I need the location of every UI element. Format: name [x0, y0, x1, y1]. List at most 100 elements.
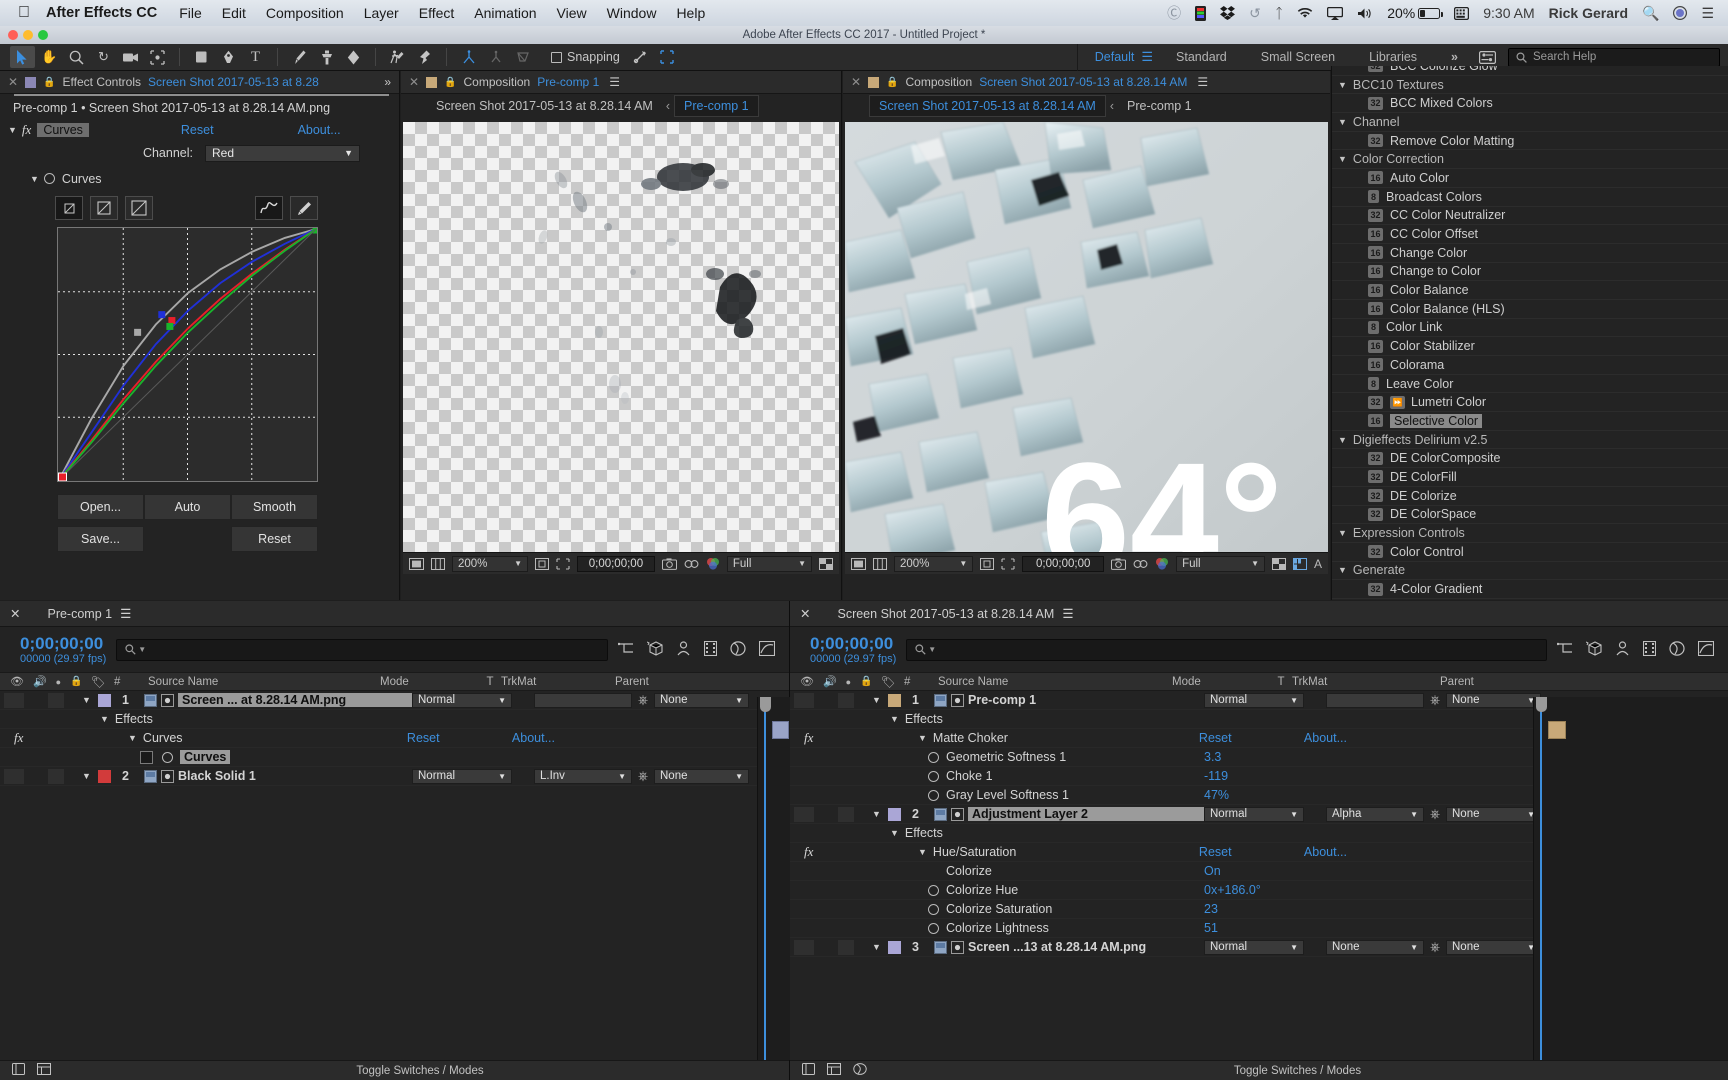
effect-label[interactable]: Hue/Saturation: [933, 845, 1199, 859]
puppet-overlap-tool[interactable]: [483, 46, 508, 68]
effects-and-presets-panel[interactable]: 32 BCC Colorize Glow ▼ BCC10 Textures 32 BCC …: [1331, 66, 1728, 600]
toggle-switches-modes-icon[interactable]: [12, 1063, 25, 1078]
stopwatch-icon[interactable]: [928, 751, 939, 763]
audio-toggle[interactable]: [816, 693, 836, 708]
enable-frame-blending-icon[interactable]: [703, 640, 718, 659]
quality-switch-icon[interactable]: [161, 769, 178, 783]
menu-item-effect[interactable]: Effect: [419, 5, 455, 21]
solo-toggle[interactable]: [837, 806, 854, 822]
timeline-right-tab[interactable]: ✕ Screen Shot 2017-05-13 at 8.28.14 AM ☰: [790, 601, 1728, 627]
layer-trkmat-select[interactable]: None ▼: [1326, 939, 1424, 955]
lock-icon[interactable]: 🔒: [444, 77, 456, 88]
curves-smooth-button[interactable]: Smooth: [231, 494, 318, 520]
parent-pickwhip-icon[interactable]: ⎈: [1424, 807, 1446, 822]
layer-label-swatch[interactable]: [888, 807, 901, 821]
curves-graph[interactable]: [57, 227, 318, 482]
disclosure-triangle-icon[interactable]: ▼: [30, 174, 39, 184]
eraser-tool[interactable]: [341, 46, 366, 68]
effect-name-label[interactable]: Curves: [37, 122, 89, 137]
show-snapshot-icon[interactable]: [684, 558, 699, 570]
enable-frame-blending-icon[interactable]: [1642, 640, 1657, 659]
workspace-default[interactable]: Default: [1078, 44, 1152, 71]
stopwatch-icon[interactable]: [928, 922, 939, 934]
wifi-icon[interactable]: [1297, 7, 1313, 19]
disclosure-triangle-icon[interactable]: ▼: [872, 695, 888, 705]
battery-status[interactable]: 20%: [1387, 5, 1444, 21]
lock-toggle[interactable]: [66, 769, 82, 784]
menu-item-animation[interactable]: Animation: [474, 5, 536, 21]
layer-mode-select[interactable]: Normal ▼: [412, 768, 512, 784]
label-column-icon[interactable]: 🏷: [82, 675, 114, 689]
property-value[interactable]: 47%: [1204, 788, 1229, 802]
effect-reset-button[interactable]: Reset: [181, 123, 214, 137]
effect-label[interactable]: Matte Choker: [933, 731, 1199, 745]
lock-icon[interactable]: 🔒: [43, 77, 55, 88]
property-value[interactable]: 51: [1204, 921, 1218, 935]
effect-reset-button[interactable]: Reset: [1199, 845, 1304, 859]
layer-source-name[interactable]: Adjustment Layer 2: [968, 807, 1204, 821]
lock-toggle[interactable]: [856, 807, 872, 822]
property-value[interactable]: 23: [1204, 902, 1218, 916]
video-toggle[interactable]: [794, 692, 814, 708]
effects-category-row[interactable]: ▼ Channel: [1332, 113, 1728, 132]
menu-item-view[interactable]: View: [557, 5, 587, 21]
parent-pickwhip-icon[interactable]: ⎈: [1424, 940, 1446, 955]
safe-zones-icon[interactable]: [851, 557, 866, 570]
effects-item-row[interactable]: 32 ⏩ Lumetri Color: [1332, 393, 1728, 413]
comparison-view-icon[interactable]: [1292, 557, 1307, 570]
disclosure-triangle-icon[interactable]: ▼: [1338, 117, 1347, 127]
effect-about-button[interactable]: About...: [512, 731, 555, 745]
effect-reset-button[interactable]: Reset: [1199, 731, 1304, 745]
siri-icon[interactable]: [1673, 6, 1688, 20]
layer-trkmat-select[interactable]: [1326, 692, 1424, 708]
effect-reset-button[interactable]: Reset: [407, 731, 512, 745]
video-toggle[interactable]: [794, 806, 814, 822]
video-toggle[interactable]: [4, 692, 24, 708]
pen-tool[interactable]: [216, 46, 241, 68]
effects-item-row[interactable]: 16 Colorama: [1332, 356, 1728, 375]
layer-label-swatch[interactable]: [888, 940, 901, 954]
effect-controls-tab[interactable]: ✕ 🔒 Effect Controls Screen Shot 2017-05-…: [0, 71, 399, 94]
composition-flowchart-icon[interactable]: [827, 1063, 841, 1078]
puppet-pin-tool[interactable]: [412, 46, 437, 68]
timeline-effects-group-row[interactable]: ▼ Effects: [0, 710, 789, 729]
roto-brush-tool[interactable]: [385, 46, 410, 68]
clone-stamp-tool[interactable]: [314, 46, 339, 68]
enable-motion-blur-icon[interactable]: [1669, 640, 1685, 659]
effects-item-row[interactable]: 16 Auto Color: [1332, 169, 1728, 188]
time-machine-icon[interactable]: ↺: [1249, 5, 1261, 22]
camera-tool[interactable]: [118, 46, 143, 68]
workspace-standard[interactable]: Standard: [1159, 44, 1244, 71]
layer-mode-select[interactable]: Normal ▼: [412, 692, 512, 708]
pan-behind-tool[interactable]: [145, 46, 170, 68]
disclosure-triangle-icon[interactable]: ▼: [82, 771, 98, 781]
brush-tool[interactable]: [287, 46, 312, 68]
curves-reset-button[interactable]: Reset: [231, 526, 318, 552]
layer-trkmat-select[interactable]: [534, 692, 632, 708]
effects-category-row[interactable]: ▼ Generate: [1332, 562, 1728, 581]
enable-motion-blur-icon[interactable]: [730, 640, 746, 659]
effects-item-row[interactable]: 32 DE ColorSpace: [1332, 506, 1728, 525]
parent-pickwhip-icon[interactable]: ⎈: [1424, 693, 1446, 708]
puppet-starch-tool[interactable]: [456, 46, 481, 68]
layer-mode-select[interactable]: Normal ▼: [1204, 692, 1304, 708]
shape-tool[interactable]: [189, 46, 214, 68]
solo-toggle[interactable]: [47, 768, 64, 784]
snap-align-icon[interactable]: [628, 46, 653, 68]
effects-item-row[interactable]: 16 Color Balance (HLS): [1332, 300, 1728, 319]
effects-item-row[interactable]: 32 BCC Colorize Glow: [1332, 66, 1728, 76]
effects-item-row[interactable]: 8 Broadcast Colors: [1332, 188, 1728, 207]
snapping-checkbox[interactable]: [551, 51, 562, 63]
layer-parent-select[interactable]: None ▼: [1446, 692, 1541, 708]
effects-category-row[interactable]: ▼ Expression Controls: [1332, 524, 1728, 543]
menu-app-name[interactable]: After Effects CC: [46, 5, 157, 21]
property-label[interactable]: Curves: [180, 750, 231, 764]
timeline-layer-row[interactable]: ▼ 2 Black Solid 1 Normal ▼ L.Inv ▼ ⎈ None ▼: [0, 767, 789, 786]
layer-label-swatch[interactable]: [98, 693, 111, 707]
bluetooth-icon[interactable]: ᛏ: [1275, 5, 1283, 21]
channel-rgb-icon[interactable]: [1155, 557, 1169, 570]
panel-menu-icon[interactable]: »: [384, 75, 391, 89]
workspace-menu-icon[interactable]: ☰: [1141, 49, 1153, 65]
curves-open-button[interactable]: Open...: [57, 494, 144, 520]
layer-parent-select[interactable]: None ▼: [1446, 806, 1541, 822]
